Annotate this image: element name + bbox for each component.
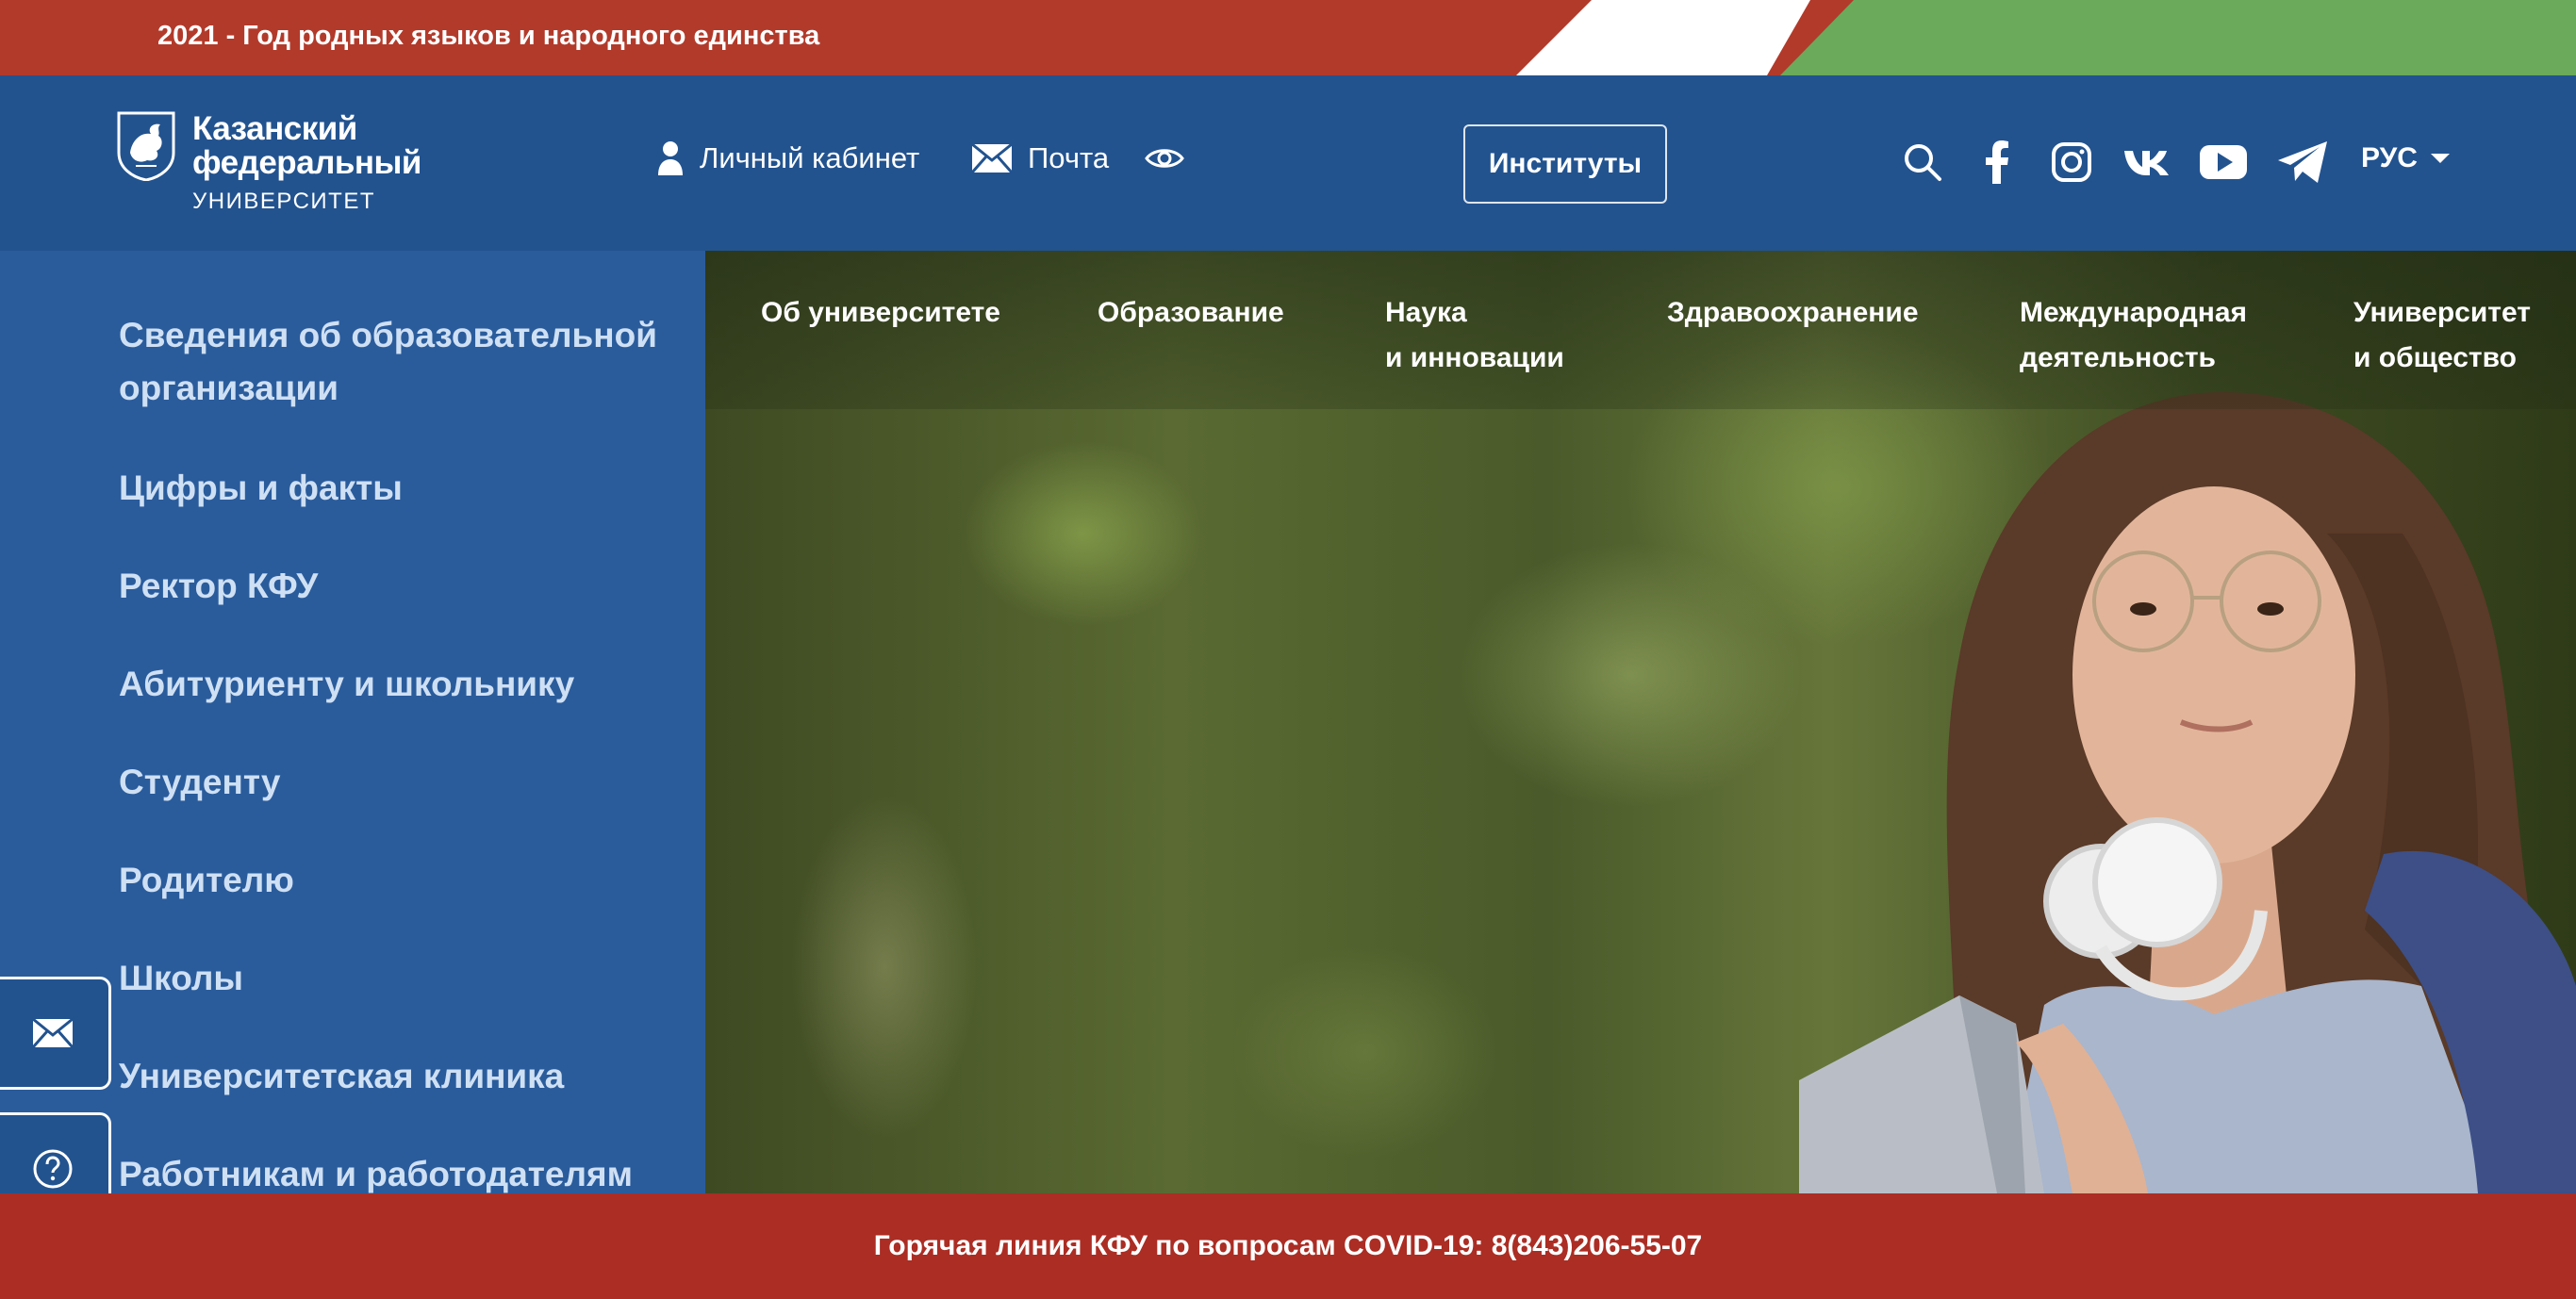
topnav-education[interactable]: Образование — [1098, 290, 1284, 336]
instagram-link[interactable] — [2048, 138, 2095, 187]
youtube-link[interactable] — [2197, 138, 2250, 187]
sidebar-item-rector[interactable]: Ректор КФУ — [119, 560, 318, 613]
topnav-about-line1: Об университете — [761, 297, 1000, 328]
mail-link[interactable]: Почта — [971, 136, 1109, 181]
mail-icon — [31, 1018, 74, 1048]
topnav-about[interactable]: Об университете — [761, 290, 1000, 336]
mail-icon — [971, 143, 1013, 173]
accessibility-toggle[interactable] — [1145, 136, 1184, 181]
topnav-education-line1: Образование — [1098, 297, 1284, 328]
topnav-society-line1: Университет — [2353, 297, 2531, 328]
vk-icon — [2124, 151, 2169, 175]
kfu-crest-icon — [117, 111, 175, 181]
topnav-healthcare[interactable]: Здравоохранение — [1667, 290, 1919, 336]
language-label: РУС — [2361, 142, 2418, 173]
facebook-icon — [1986, 140, 2008, 184]
sidebar-item-facts[interactable]: Цифры и факты — [119, 462, 403, 515]
topnav-society[interactable]: Университет и общество — [2353, 290, 2531, 381]
logo-line-2: федеральный — [192, 144, 421, 181]
topnav-science[interactable]: Наука и инновации — [1385, 290, 1564, 381]
topnav-science-line2: и инновации — [1385, 342, 1564, 373]
kfu-logo[interactable]: Казанский федеральный УНИВЕРСИТЕТ — [117, 111, 438, 215]
personal-cabinet-link[interactable]: Личный кабинет — [656, 136, 919, 181]
sidebar-item-education-info[interactable]: Сведения об образовательной организации — [119, 309, 666, 415]
institutes-button[interactable]: Институты — [1463, 124, 1667, 204]
top-banner: 2021 - Год родных языков и народного еди… — [0, 0, 2576, 75]
year-banner-title: 2021 - Год родных языков и народного еди… — [157, 21, 820, 51]
chevron-down-icon — [2430, 154, 2450, 163]
user-icon — [658, 141, 683, 175]
sidebar-item-students[interactable]: Студенту — [119, 756, 280, 809]
topnav-international-line2: деятельность — [2020, 342, 2216, 373]
logo-line-3: УНИВЕРСИТЕТ — [192, 189, 375, 214]
telegram-icon — [2278, 141, 2327, 183]
instagram-icon — [2052, 142, 2091, 182]
eye-icon — [1145, 149, 1184, 168]
facebook-link[interactable] — [1978, 138, 2016, 187]
logo-line-1: Казанский — [192, 110, 357, 147]
topnav-healthcare-line1: Здравоохранение — [1667, 297, 1919, 328]
sidebar-item-clinic[interactable]: Университетская клиника — [119, 1050, 564, 1103]
covid-hotline-text[interactable]: Горячая линия КФУ по вопросам COVID-19: … — [874, 1230, 1702, 1262]
youtube-icon — [2200, 145, 2247, 179]
topnav-international-line1: Международная — [2020, 297, 2248, 328]
vk-link[interactable] — [2122, 138, 2172, 187]
question-icon — [33, 1149, 72, 1189]
search-button[interactable] — [1901, 138, 1944, 187]
sidebar-item-employees[interactable]: Работникам и работодателям — [119, 1148, 633, 1193]
search-icon — [1905, 144, 1941, 181]
personal-cabinet-label: Личный кабинет — [700, 141, 920, 174]
mail-label: Почта — [1028, 141, 1110, 174]
sidebar-item-applicants[interactable]: Абитуриенту и школьнику — [119, 658, 574, 711]
sidebar-item-schools[interactable]: Школы — [119, 952, 243, 1005]
feedback-mail-button[interactable] — [0, 977, 111, 1090]
topnav-international[interactable]: Международная деятельность — [2020, 290, 2247, 381]
sidebar-item-parents[interactable]: Родителю — [119, 854, 294, 907]
telegram-link[interactable] — [2274, 138, 2331, 187]
covid-hotline-bar: Горячая линия КФУ по вопросам COVID-19: … — [0, 1193, 2576, 1299]
hero-image: Об университете Образование Наука и инно… — [705, 251, 2576, 1193]
topnav-society-line2: и общество — [2353, 342, 2517, 373]
topnav-science-line1: Наука — [1385, 297, 1467, 328]
language-selector[interactable]: РУС — [2361, 136, 2450, 181]
site-header: Казанский федеральный УНИВЕРСИТЕТ Личный… — [0, 75, 2576, 251]
